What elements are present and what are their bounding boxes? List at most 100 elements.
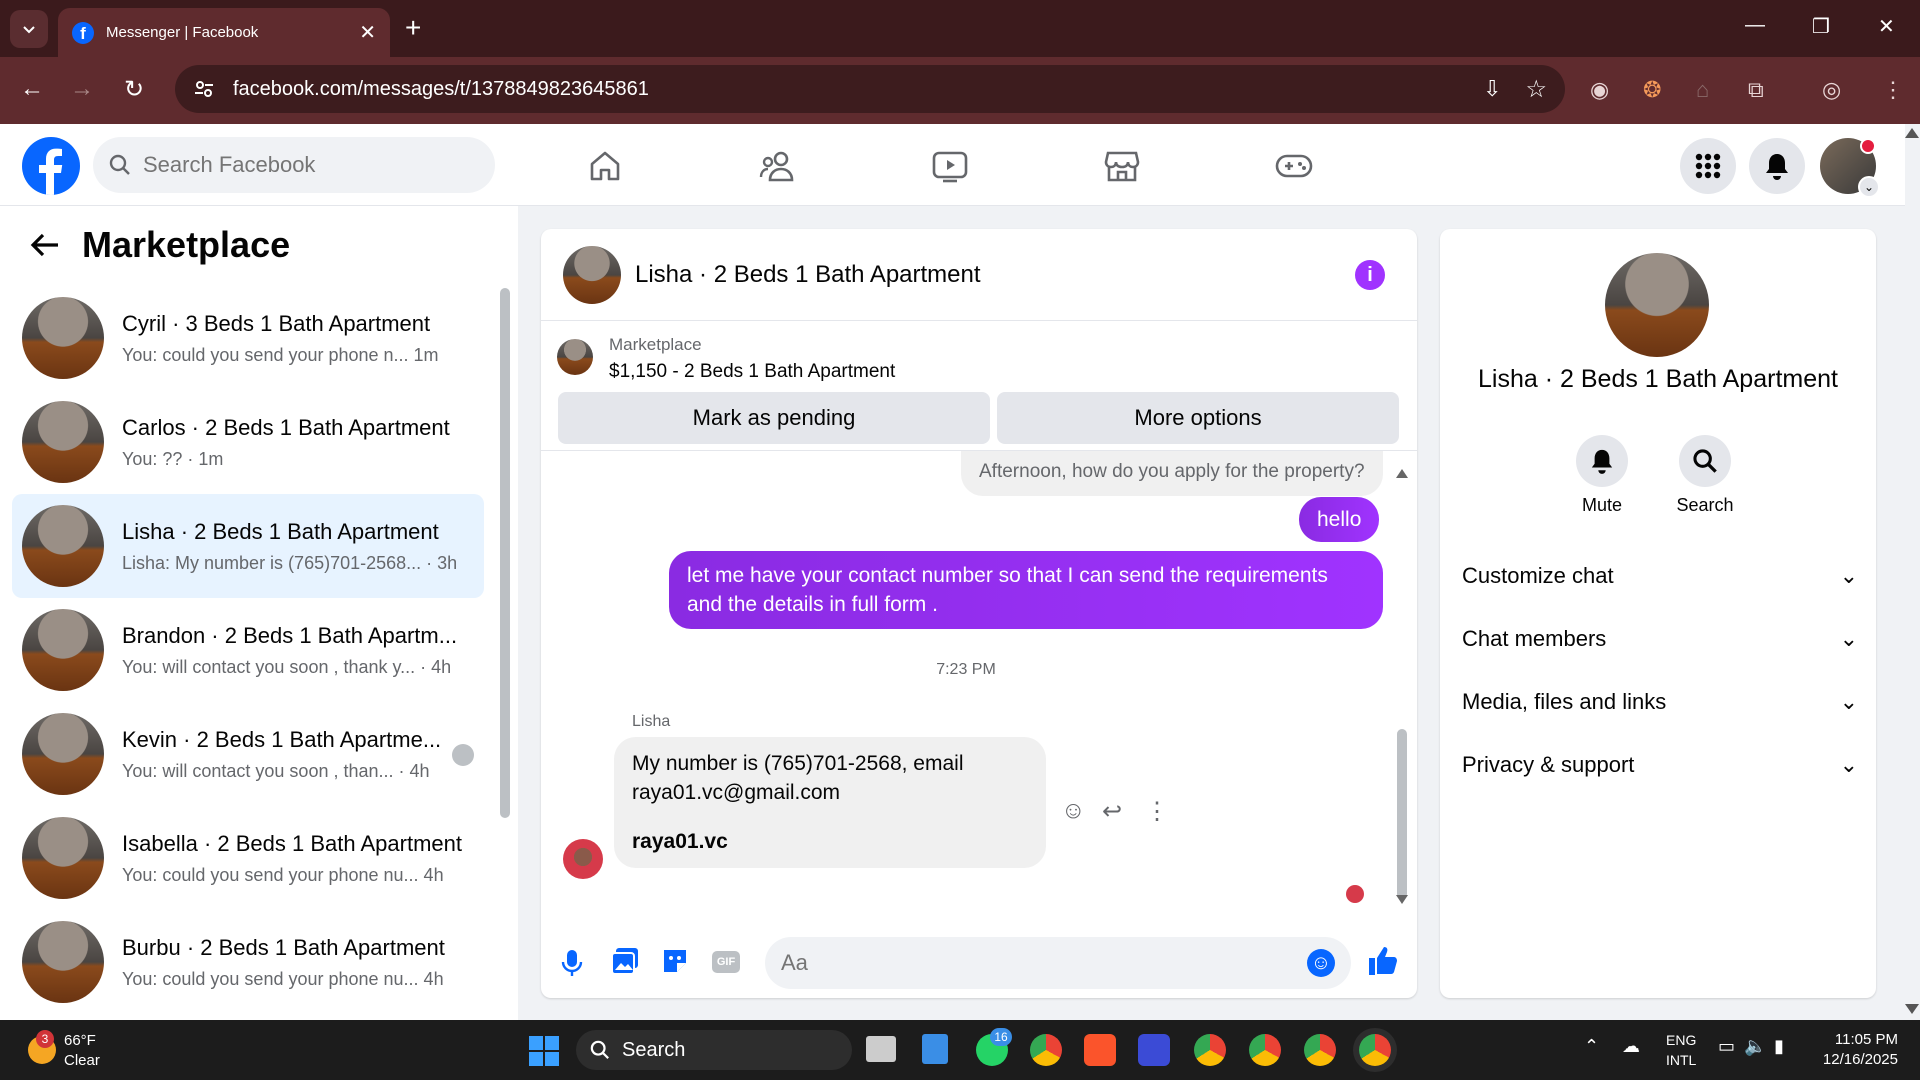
listing-avatar bbox=[22, 921, 104, 1003]
start-button[interactable] bbox=[529, 1036, 559, 1066]
chrome-profile-icon[interactable] bbox=[1194, 1034, 1226, 1066]
minimize-icon[interactable]: — bbox=[1745, 14, 1765, 37]
conversation-item[interactable]: Carlos · 2 Beds 1 Bath Apartment You: ?? … bbox=[12, 390, 484, 494]
chat-avatar[interactable] bbox=[563, 245, 621, 304]
account-avatar[interactable]: ⌄ bbox=[1820, 138, 1880, 198]
chat-title[interactable]: Lisha · 2 Beds 1 Bath Apartment bbox=[635, 261, 981, 289]
message-input[interactable] bbox=[781, 950, 1307, 976]
network-tray-icon[interactable]: ☁ bbox=[1622, 1036, 1640, 1057]
home-icon[interactable] bbox=[583, 144, 627, 188]
brave-icon[interactable] bbox=[1084, 1034, 1116, 1066]
reload-icon[interactable]: ↻ bbox=[124, 75, 144, 104]
back-icon[interactable]: ← bbox=[20, 75, 44, 103]
forward-icon[interactable]: → bbox=[70, 75, 94, 103]
clock[interactable]: 11:05 PM 12/16/2025 bbox=[1810, 1030, 1898, 1070]
reply-icon[interactable]: ↩ bbox=[1102, 797, 1122, 826]
conversation-item[interactable]: Brandon · 2 Beds 1 Bath Apartm... You: wi… bbox=[12, 598, 484, 702]
volume-tray-icon[interactable]: 🔈 bbox=[1744, 1036, 1766, 1057]
marketplace-icon[interactable] bbox=[1100, 144, 1144, 188]
listing-price[interactable]: $1,150 - 2 Beds 1 Bath Apartment bbox=[609, 361, 895, 383]
tray-chevron-icon[interactable]: ⌃ bbox=[1584, 1036, 1599, 1057]
gif-icon[interactable]: GIF bbox=[712, 951, 740, 973]
incoming-message-link[interactable]: raya01.vc bbox=[632, 827, 1028, 856]
profile-icon[interactable]: ◎ bbox=[1822, 77, 1841, 103]
accordion-label: Privacy & support bbox=[1462, 752, 1635, 777]
install-app-icon[interactable]: ⇩ bbox=[1483, 76, 1501, 102]
tab-search-button[interactable] bbox=[10, 10, 48, 48]
extensions-puzzle-icon[interactable]: ⧉ bbox=[1748, 77, 1764, 103]
react-icon[interactable]: ☺ bbox=[1061, 797, 1086, 825]
extension-bag-icon[interactable]: ⌂ bbox=[1696, 77, 1709, 103]
chat-scrollbar[interactable] bbox=[1397, 729, 1407, 899]
thumbs-up-icon[interactable] bbox=[1367, 945, 1399, 977]
window-close-icon[interactable]: ✕ bbox=[1878, 14, 1895, 39]
previous-message[interactable]: Afternoon, how do you apply for the prop… bbox=[961, 451, 1383, 496]
more-actions-icon[interactable]: ⋮ bbox=[1145, 797, 1169, 826]
accordion-chat-members[interactable]: Chat members ⌄ bbox=[1462, 626, 1858, 652]
display-tray-icon[interactable]: ▭ bbox=[1718, 1036, 1735, 1057]
mute-button[interactable]: Mute bbox=[1552, 435, 1652, 516]
bookmark-star-icon[interactable]: ☆ bbox=[1525, 75, 1547, 104]
battery-tray-icon[interactable]: ▮ bbox=[1774, 1036, 1784, 1057]
listing-thumbnail[interactable] bbox=[557, 339, 593, 375]
chrome-icon[interactable] bbox=[1030, 1034, 1062, 1066]
language-indicator[interactable]: ENG INTL bbox=[1666, 1030, 1696, 1070]
conversation-item[interactable]: Kevin · 2 Beds 1 Bath Apartme... You: wil… bbox=[12, 702, 484, 806]
message-timestamp: 7:23 PM bbox=[936, 661, 996, 678]
friends-icon[interactable] bbox=[756, 144, 800, 188]
browser-tab[interactable]: f Messenger | Facebook ✕ bbox=[58, 8, 390, 57]
mark-pending-button[interactable]: Mark as pending bbox=[558, 392, 990, 444]
accordion-customize-chat[interactable]: Customize chat ⌄ bbox=[1462, 563, 1858, 589]
notifications-button[interactable] bbox=[1749, 138, 1805, 194]
address-bar[interactable]: facebook.com/messages/t/1378849823645861… bbox=[175, 65, 1565, 113]
search-input[interactable] bbox=[143, 152, 443, 178]
extension-circle-icon[interactable]: ◉ bbox=[1590, 77, 1609, 103]
extension-cookie-icon[interactable]: ❂ bbox=[1643, 77, 1661, 103]
menu-grid-button[interactable] bbox=[1680, 138, 1736, 194]
bell-icon bbox=[1766, 154, 1788, 180]
back-arrow-icon[interactable] bbox=[30, 232, 60, 258]
chrome-profile-icon[interactable] bbox=[1304, 1034, 1336, 1066]
app-icon[interactable] bbox=[1138, 1034, 1170, 1066]
sender-avatar[interactable] bbox=[563, 839, 603, 879]
photo-icon[interactable] bbox=[611, 947, 639, 975]
site-info-icon[interactable] bbox=[193, 78, 215, 100]
restore-icon[interactable]: ❐ bbox=[1812, 14, 1830, 39]
page-scroll-up-icon[interactable] bbox=[1905, 128, 1919, 138]
page-scroll-down-icon[interactable] bbox=[1905, 1004, 1919, 1014]
search-conversation-button[interactable]: Search bbox=[1655, 435, 1755, 516]
close-tab-icon[interactable]: ✕ bbox=[359, 20, 376, 45]
conversation-item[interactable]: Cyril · 3 Beds 1 Bath Apartment You: coul… bbox=[12, 286, 484, 390]
new-tab-button[interactable]: + bbox=[405, 12, 421, 44]
chrome-profile-icon[interactable] bbox=[1249, 1034, 1281, 1066]
read-receipt-avatar bbox=[1346, 885, 1364, 903]
outgoing-message[interactable]: let me have your contact number so that … bbox=[669, 551, 1383, 629]
incoming-message[interactable]: My number is (765)701-2568, email raya01… bbox=[614, 737, 1046, 868]
conversation-item-active[interactable]: Lisha · 2 Beds 1 Bath Apartment Lisha: My… bbox=[12, 494, 484, 598]
facebook-search[interactable] bbox=[93, 137, 495, 193]
microphone-icon[interactable] bbox=[561, 949, 583, 977]
accordion-label: Customize chat bbox=[1462, 563, 1614, 588]
gaming-icon[interactable] bbox=[1272, 144, 1316, 188]
conversation-list-scrollbar[interactable] bbox=[500, 288, 510, 818]
facebook-logo-icon[interactable] bbox=[22, 137, 80, 195]
info-avatar[interactable] bbox=[1605, 253, 1709, 357]
video-icon[interactable] bbox=[928, 144, 972, 188]
task-view-icon[interactable] bbox=[866, 1036, 896, 1062]
browser-menu-icon[interactable]: ⋮ bbox=[1882, 77, 1904, 103]
notepad-icon[interactable] bbox=[922, 1034, 948, 1064]
outgoing-message[interactable]: hello bbox=[1299, 497, 1380, 542]
chat-scroll-up-icon[interactable] bbox=[1396, 469, 1408, 478]
taskbar-search[interactable]: Search bbox=[576, 1030, 852, 1070]
more-options-button[interactable]: More options bbox=[997, 392, 1399, 444]
conversation-item[interactable]: Burbu · 2 Beds 1 Bath Apartment You: coul… bbox=[12, 910, 484, 1014]
chat-scroll-down-icon[interactable] bbox=[1396, 895, 1408, 904]
sticker-icon[interactable] bbox=[661, 947, 689, 975]
conversation-item[interactable]: Isabella · 2 Beds 1 Bath Apartment You: c… bbox=[12, 806, 484, 910]
accordion-media-files-links[interactable]: Media, files and links ⌄ bbox=[1462, 689, 1858, 715]
weather-widget[interactable]: 3 66°F Clear bbox=[24, 1030, 144, 1070]
accordion-privacy-support[interactable]: Privacy & support ⌄ bbox=[1462, 752, 1858, 778]
chrome-active-icon[interactable] bbox=[1359, 1034, 1391, 1066]
emoji-icon[interactable]: ☺ bbox=[1307, 949, 1335, 977]
info-icon[interactable]: i bbox=[1355, 260, 1385, 290]
